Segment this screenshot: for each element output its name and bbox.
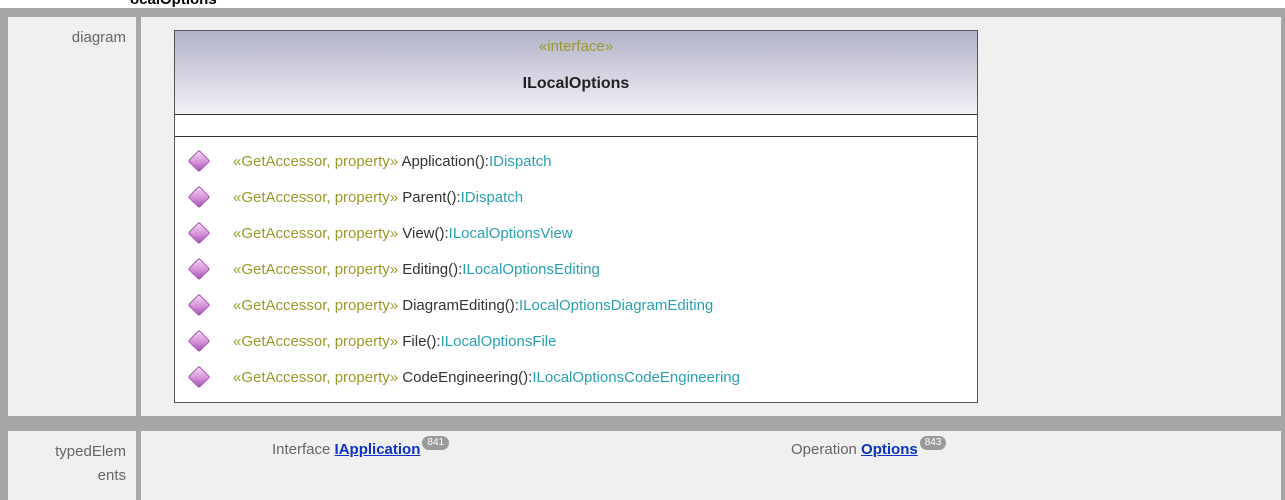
options-link[interactable]: Options — [861, 441, 918, 458]
operation-type: IDispatch — [460, 189, 524, 206]
typed-element-kind: Interface — [272, 441, 331, 458]
diagram-label: diagram — [71, 29, 126, 46]
page-title: ocalOptions — [130, 0, 217, 8]
reference-badge: 843 — [919, 436, 947, 450]
operation-name: DiagramEditing(): — [402, 297, 519, 314]
operation-name: Editing(): — [402, 261, 463, 278]
operation-stereotype: «GetAccessor, property» — [233, 369, 399, 386]
operation-type: ILocalOptionsFile — [440, 333, 557, 350]
typed-element-kind: Operation — [791, 441, 857, 458]
operation-type: ILocalOptionsCodeEngineering — [532, 369, 740, 386]
uml-class-box[interactable]: «interface» ILocalOptions «GetAccessor, … — [174, 30, 978, 403]
uml-class-header: «interface» ILocalOptions — [175, 31, 977, 115]
operation-stereotype: «GetAccessor, property» — [233, 333, 399, 350]
typed-element-interface: Interface IApplication 841 — [272, 436, 450, 459]
typed-elements-label: typedElem ents — [8, 431, 136, 488]
operation-stereotype: «GetAccessor, property» — [233, 225, 399, 242]
typed-elements-content-cell: Interface IApplication 841 Operation Opti… — [141, 431, 1281, 500]
operation-diamond-icon — [187, 257, 211, 281]
reference-badge: 841 — [422, 436, 450, 450]
operation-type: ILocalOptionsEditing — [462, 261, 600, 278]
operation-diamond-icon — [187, 329, 211, 353]
operation-name: View(): — [402, 225, 449, 242]
operation-stereotype: «GetAccessor, property» — [233, 261, 399, 278]
operation-type: ILocalOptionsDiagramEditing — [518, 297, 714, 314]
operation-item[interactable]: «GetAccessor, property» View():ILocalOpt… — [187, 221, 969, 257]
class-stereotype: «interface» — [538, 38, 614, 55]
operation-item[interactable]: «GetAccessor, property» File():ILocalOpt… — [187, 329, 969, 365]
operation-item[interactable]: «GetAccessor, property» CodeEngineering(… — [187, 365, 969, 401]
typed-elements-label-cell: typedElem ents — [8, 431, 136, 500]
operation-item[interactable]: «GetAccessor, property» Parent():IDispat… — [187, 185, 969, 221]
operation-diamond-icon — [187, 185, 211, 209]
typed-elements-label-line1: typedElem — [55, 443, 126, 460]
operation-stereotype: «GetAccessor, property» — [233, 297, 399, 314]
iapplication-link[interactable]: IApplication — [335, 441, 421, 458]
operation-diamond-icon — [187, 365, 211, 389]
operation-stereotype: «GetAccessor, property» — [233, 153, 399, 170]
class-name: ILocalOptions — [522, 75, 630, 92]
operation-stereotype: «GetAccessor, property» — [233, 189, 399, 206]
operation-type: ILocalOptionsView — [448, 225, 573, 242]
typed-element-operation: Operation Options 843 — [791, 436, 947, 459]
operation-name: Parent(): — [402, 189, 461, 206]
operation-name: File(): — [402, 333, 441, 350]
operation-item[interactable]: «GetAccessor, property» Application():ID… — [187, 149, 969, 185]
operation-diamond-icon — [187, 293, 211, 317]
typed-elements-label-line2: ents — [97, 467, 126, 484]
operation-item[interactable]: «GetAccessor, property» Editing():ILocal… — [187, 257, 969, 293]
operation-name: Application(): — [401, 153, 489, 170]
attributes-compartment — [175, 115, 977, 137]
operation-name: CodeEngineering(): — [402, 369, 533, 386]
typed-elements-row: typedElem ents Interface IApplication 841… — [0, 423, 1285, 500]
operation-diamond-icon — [187, 221, 211, 245]
operation-item[interactable]: «GetAccessor, property» DiagramEditing()… — [187, 293, 969, 329]
operations-list: «GetAccessor, property» Application():ID… — [187, 149, 969, 401]
operation-type: IDispatch — [488, 153, 552, 170]
diagram-label-cell: diagram — [8, 17, 136, 416]
operation-diamond-icon — [187, 149, 211, 173]
